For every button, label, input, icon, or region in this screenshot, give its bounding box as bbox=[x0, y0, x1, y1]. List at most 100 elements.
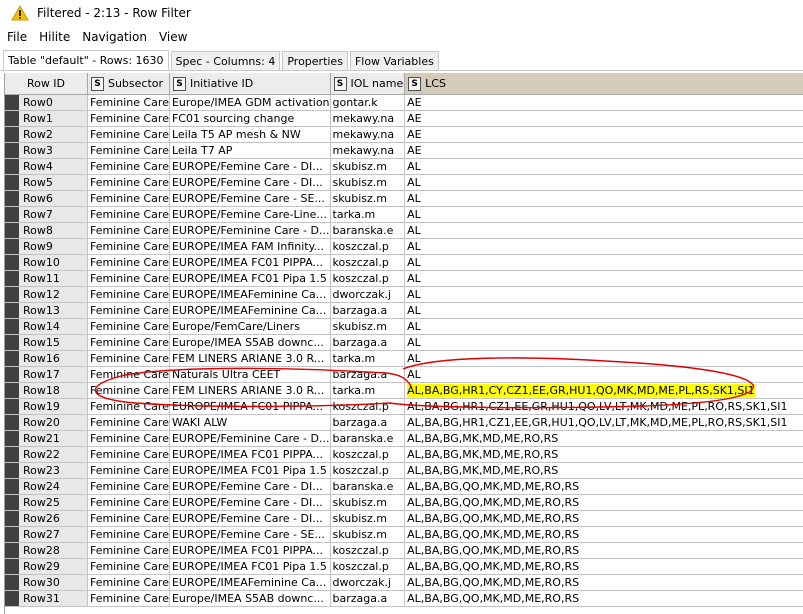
subsector-cell[interactable]: Feminine Care bbox=[87, 286, 170, 303]
initiative-id-cell[interactable]: Europe/FemCare/Liners bbox=[169, 318, 331, 335]
subsector-cell[interactable]: Feminine Care bbox=[87, 206, 170, 223]
lcs-cell[interactable]: AL bbox=[404, 286, 803, 303]
initiative-id-cell[interactable]: EUROPE/IMEA FC01 PIPPA... bbox=[169, 446, 331, 463]
table-row[interactable]: Row29 Feminine Care EUROPE/IMEA FC01 Pipa … bbox=[5, 558, 803, 575]
initiative-id-cell[interactable]: EUROPE/IMEAFeminine Ca... bbox=[169, 574, 331, 591]
initiative-id-cell[interactable]: EUROPE/Femine Care - DI... bbox=[169, 174, 331, 191]
lcs-cell[interactable]: AL,BA,BG,HR1,CY,CZ1,EE,GR,HU1,QO,MK,MD,M… bbox=[404, 382, 803, 399]
row-id-cell[interactable]: Row1 bbox=[5, 110, 88, 127]
subsector-cell[interactable]: Feminine Care bbox=[87, 366, 170, 383]
subsector-cell[interactable]: Feminine Care bbox=[87, 334, 170, 351]
iol-name-cell[interactable]: koszczal.p bbox=[330, 270, 406, 287]
initiative-id-cell[interactable]: FEM LINERS ARIANE 3.0 R... bbox=[169, 382, 331, 399]
initiative-id-cell[interactable]: EUROPE/IMEA FC01 PIPPA... bbox=[169, 398, 331, 415]
lcs-cell[interactable]: AL bbox=[404, 334, 803, 351]
row-id-cell[interactable]: Row25 bbox=[5, 494, 88, 511]
lcs-cell[interactable]: AL bbox=[404, 318, 803, 335]
tab-spec[interactable]: Spec - Columns: 4 bbox=[170, 51, 281, 70]
iol-name-cell[interactable]: mekawy.na bbox=[330, 126, 406, 143]
iol-name-cell[interactable]: barzaga.a bbox=[330, 334, 406, 351]
table-row[interactable]: Row30 Feminine Care EUROPE/IMEAFeminine Ca… bbox=[5, 574, 803, 591]
table-row[interactable]: Row13 Feminine Care EUROPE/IMEAFeminine Ca… bbox=[5, 302, 803, 319]
initiative-id-cell[interactable]: WAKI ALW bbox=[169, 414, 331, 431]
row-id-cell[interactable]: Row6 bbox=[5, 190, 88, 207]
iol-name-cell[interactable]: skubisz.m bbox=[330, 494, 406, 511]
row-id-cell[interactable]: Row8 bbox=[5, 222, 88, 239]
iol-name-cell[interactable]: barzaga.a bbox=[330, 590, 406, 607]
table-row[interactable]: Row4 Feminine Care EUROPE/Femine Care - DI… bbox=[5, 158, 803, 175]
tab-properties[interactable]: Properties bbox=[282, 51, 348, 70]
table-row[interactable]: Row22 Feminine Care EUROPE/IMEA FC01 PIPPA… bbox=[5, 446, 803, 463]
lcs-cell[interactable]: AE bbox=[404, 94, 803, 111]
table-row[interactable]: Row14 Feminine Care Europe/FemCare/Liners s… bbox=[5, 318, 803, 335]
row-id-cell[interactable]: Row14 bbox=[5, 318, 88, 335]
table-row[interactable]: Row20 Feminine Care WAKI ALW barzaga.a AL,BA… bbox=[5, 414, 803, 431]
subsector-cell[interactable]: Feminine Care bbox=[87, 462, 170, 479]
iol-name-cell[interactable]: dworczak.j bbox=[330, 286, 406, 303]
table-row[interactable]: Row6 Feminine Care EUROPE/Femine Care - SE… bbox=[5, 190, 803, 207]
row-id-cell[interactable]: Row20 bbox=[5, 414, 88, 431]
subsector-cell[interactable]: Feminine Care bbox=[87, 350, 170, 367]
menu-navigation[interactable]: Navigation bbox=[75, 26, 152, 48]
row-id-cell[interactable]: Row27 bbox=[5, 526, 88, 543]
lcs-cell[interactable]: AL bbox=[404, 302, 803, 319]
row-id-cell[interactable]: Row28 bbox=[5, 542, 88, 559]
initiative-id-cell[interactable]: EUROPE/Femine Care - DI... bbox=[169, 494, 331, 511]
subsector-cell[interactable]: Feminine Care bbox=[87, 478, 170, 495]
lcs-cell[interactable]: AL bbox=[404, 238, 803, 255]
initiative-id-cell[interactable]: EUROPE/IMEAFeminine Ca... bbox=[169, 286, 331, 303]
initiative-id-cell[interactable]: EUROPE/Femine Care - DI... bbox=[169, 158, 331, 175]
iol-name-cell[interactable]: dworczak.j bbox=[330, 574, 406, 591]
lcs-cell[interactable]: AL bbox=[404, 206, 803, 223]
table-row[interactable]: Row2 Feminine Care Leila T5 AP mesh & NW me… bbox=[5, 126, 803, 143]
subsector-cell[interactable]: Feminine Care bbox=[87, 526, 170, 543]
iol-name-cell[interactable]: koszczal.p bbox=[330, 398, 406, 415]
iol-name-cell[interactable]: mekawy.na bbox=[330, 110, 406, 127]
column-header-subsector[interactable]: S Subsector bbox=[87, 73, 170, 95]
lcs-cell[interactable]: AL,BA,BG,QO,MK,MD,ME,RO,RS bbox=[404, 478, 803, 495]
table-row[interactable]: Row15 Feminine Care Europe/IMEA S5AB downc… bbox=[5, 334, 803, 351]
row-id-cell[interactable]: Row21 bbox=[5, 430, 88, 447]
subsector-cell[interactable]: Feminine Care bbox=[87, 126, 170, 143]
subsector-cell[interactable]: Feminine Care bbox=[87, 94, 170, 111]
subsector-cell[interactable]: Feminine Care bbox=[87, 222, 170, 239]
initiative-id-cell[interactable]: EUROPE/IMEA FC01 Pipa 1.5 bbox=[169, 270, 331, 287]
subsector-cell[interactable]: Feminine Care bbox=[87, 430, 170, 447]
row-id-cell[interactable]: Row23 bbox=[5, 462, 88, 479]
iol-name-cell[interactable]: koszczal.p bbox=[330, 446, 406, 463]
initiative-id-cell[interactable]: Leila T5 AP mesh & NW bbox=[169, 126, 331, 143]
subsector-cell[interactable]: Feminine Care bbox=[87, 158, 170, 175]
initiative-id-cell[interactable]: EUROPE/Femine Care - DI... bbox=[169, 478, 331, 495]
tab-table[interactable]: Table "default" - Rows: 1630 bbox=[3, 50, 169, 70]
subsector-cell[interactable]: Feminine Care bbox=[87, 574, 170, 591]
lcs-cell[interactable]: AL,BA,BG,QO,MK,MD,ME,RO,RS bbox=[404, 590, 803, 607]
lcs-cell[interactable]: AL,BA,BG,QO,MK,MD,ME,RO,RS bbox=[404, 558, 803, 575]
iol-name-cell[interactable]: barzaga.a bbox=[330, 302, 406, 319]
row-id-cell[interactable]: Row19 bbox=[5, 398, 88, 415]
subsector-cell[interactable]: Feminine Care bbox=[87, 542, 170, 559]
row-id-cell[interactable]: Row3 bbox=[5, 142, 88, 159]
table-row[interactable]: Row11 Feminine Care EUROPE/IMEA FC01 Pipa … bbox=[5, 270, 803, 287]
table-row[interactable]: Row31 Feminine Care Europe/IMEA S5AB downc… bbox=[5, 590, 803, 607]
initiative-id-cell[interactable]: EUROPE/Feminine Care - D... bbox=[169, 222, 331, 239]
initiative-id-cell[interactable]: EUROPE/IMEA FC01 Pipa 1.5 bbox=[169, 462, 331, 479]
subsector-cell[interactable]: Feminine Care bbox=[87, 254, 170, 271]
lcs-cell[interactable]: AL bbox=[404, 174, 803, 191]
iol-name-cell[interactable]: gontar.k bbox=[330, 94, 406, 111]
lcs-cell[interactable]: AL bbox=[404, 222, 803, 239]
subsector-cell[interactable]: Feminine Care bbox=[87, 318, 170, 335]
table-row[interactable]: Row3 Feminine Care Leila T7 AP mekawy.na AE bbox=[5, 142, 803, 159]
table-row[interactable]: Row16 Feminine Care FEM LINERS ARIANE 3.0 … bbox=[5, 350, 803, 367]
lcs-cell[interactable]: AE bbox=[404, 126, 803, 143]
row-id-cell[interactable]: Row4 bbox=[5, 158, 88, 175]
lcs-cell[interactable]: AL,BA,BG,QO,MK,MD,ME,RO,RS bbox=[404, 542, 803, 559]
table-row[interactable]: Row27 Feminine Care EUROPE/Femine Care - S… bbox=[5, 526, 803, 543]
row-id-cell[interactable]: Row30 bbox=[5, 574, 88, 591]
menu-file[interactable]: File bbox=[0, 26, 32, 48]
lcs-cell[interactable]: AL,BA,BG,HR1,CZ1,EE,GR,HU1,QO,LV,LT,MK,M… bbox=[404, 398, 803, 415]
row-id-cell[interactable]: Row7 bbox=[5, 206, 88, 223]
lcs-cell[interactable]: AL bbox=[404, 158, 803, 175]
column-header-iol-name[interactable]: S IOL name bbox=[330, 73, 406, 95]
subsector-cell[interactable]: Feminine Care bbox=[87, 302, 170, 319]
subsector-cell[interactable]: Feminine Care bbox=[87, 382, 170, 399]
